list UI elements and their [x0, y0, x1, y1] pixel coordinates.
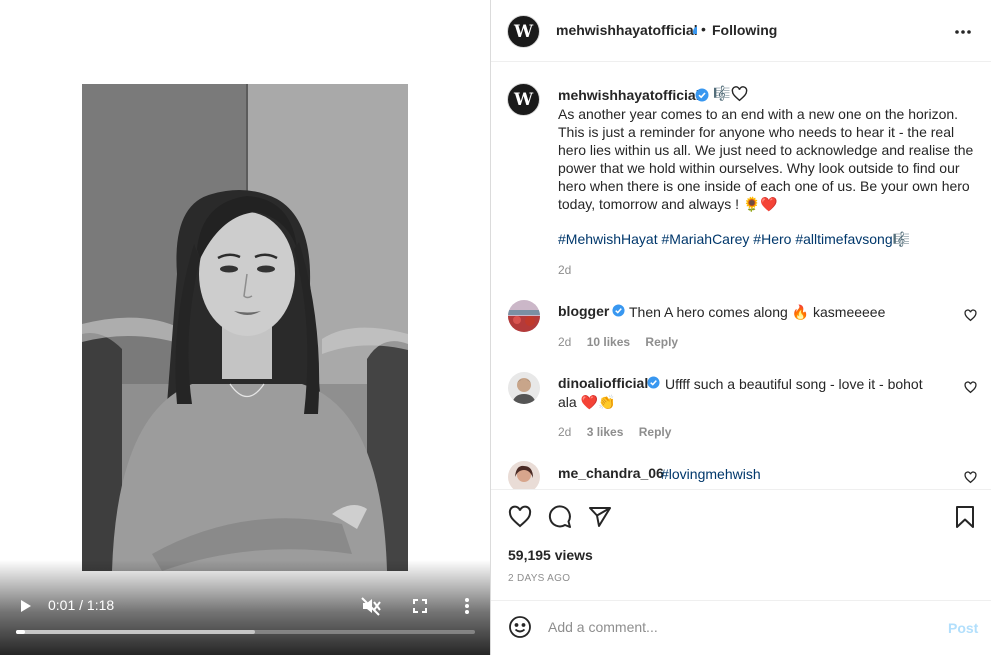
caption-end-emojis: 🌻❤️ — [742, 196, 778, 212]
add-comment-bar: Post — [491, 600, 991, 655]
comment-hashtag[interactable]: #lovingmehwish — [661, 465, 761, 483]
header-username[interactable]: mehwishhayatofficial — [556, 22, 698, 38]
comment-body-after: kasmeeeee — [813, 304, 886, 320]
comment-body: Then A hero comes along — [629, 304, 788, 320]
caption-username[interactable]: mehwishhayatofficial — [558, 87, 700, 103]
comment-time: 2d — [558, 425, 572, 439]
video-still-image — [82, 84, 408, 571]
action-bar: 59,195 views 2 DAYS AGO — [491, 489, 991, 599]
share-plane-icon[interactable] — [588, 505, 612, 529]
like-comment-icon[interactable] — [964, 471, 977, 484]
like-heart-icon[interactable] — [508, 505, 532, 529]
caption-text: As another year comes to an end with a n… — [558, 105, 978, 213]
comments-section[interactable]: W mehwishhayatofficial 🎼 As another year… — [491, 63, 991, 489]
music-emoji: 🎼 — [713, 85, 731, 101]
comment-text: Uffff such a beautiful song - love it - … — [558, 375, 938, 411]
comment-username[interactable]: me_chandra_06 — [558, 465, 664, 481]
fullscreen-icon[interactable] — [410, 596, 430, 616]
verified-badge-icon — [612, 304, 625, 317]
caption-avatar[interactable]: W — [507, 83, 540, 116]
comment-time: 2d — [558, 335, 572, 349]
video-time: 0:01 / 1:18 — [48, 597, 115, 613]
more-options-icon[interactable] — [953, 22, 973, 42]
bookmark-icon[interactable] — [953, 505, 977, 529]
following-button[interactable]: Following — [712, 22, 777, 38]
post-date: 2 DAYS AGO — [508, 573, 571, 584]
fire-emoji: 🔥 — [791, 304, 810, 320]
like-comment-icon[interactable] — [964, 381, 977, 394]
like-comment-icon[interactable] — [964, 309, 977, 322]
avatar-letter: W — [513, 21, 534, 42]
comment-bubble-icon[interactable] — [548, 505, 572, 529]
comment-meta: 2d 3 likes Reply — [558, 425, 683, 439]
separator-dot: • — [701, 21, 706, 37]
play-icon[interactable] — [15, 596, 35, 616]
comment-likes[interactable]: 3 likes — [587, 425, 624, 439]
post-header: W mehwishhayatofficial • Following — [491, 0, 991, 62]
emoji-smiley-icon[interactable] — [508, 615, 532, 639]
caption-hashtags[interactable]: #MehwishHayat #MariahCarey #Hero #alltim… — [558, 230, 978, 248]
commenter-avatar[interactable] — [508, 461, 540, 489]
muted-speaker-icon[interactable] — [360, 596, 382, 616]
caption-timestamp: 2d — [558, 263, 572, 277]
heart-outline-icon — [731, 86, 748, 102]
video-progress-bar[interactable] — [16, 630, 475, 634]
post-panel: W mehwishhayatofficial • Following W meh… — [490, 0, 991, 655]
post-button[interactable]: Post — [948, 620, 978, 636]
comment-likes[interactable]: 10 likes — [587, 335, 630, 349]
more-options-vertical-icon[interactable] — [457, 596, 477, 616]
reply-button[interactable]: Reply — [645, 335, 678, 349]
video-frame[interactable] — [82, 84, 408, 571]
buffered-bar — [16, 630, 255, 634]
video-player[interactable]: 0:01 / 1:18 — [0, 0, 490, 655]
comment-input[interactable] — [548, 616, 928, 638]
comment-meta: 2d 10 likes Reply — [558, 335, 690, 349]
verified-badge-icon — [695, 88, 709, 102]
comment-username[interactable]: blogger — [558, 303, 609, 319]
views-count[interactable]: 59,195 views — [508, 547, 593, 563]
avatar-letter: W — [513, 89, 534, 110]
verified-badge-icon — [692, 25, 697, 34]
reply-button[interactable]: Reply — [639, 425, 672, 439]
commenter-avatar[interactable] — [508, 372, 540, 404]
heart-clap-emoji: ❤️👏 — [580, 394, 616, 410]
commenter-avatar[interactable] — [508, 300, 540, 332]
played-bar — [16, 630, 26, 634]
comment-text: Then A hero comes along 🔥 kasmeeeee — [629, 303, 949, 321]
avatar[interactable]: W — [507, 15, 540, 48]
